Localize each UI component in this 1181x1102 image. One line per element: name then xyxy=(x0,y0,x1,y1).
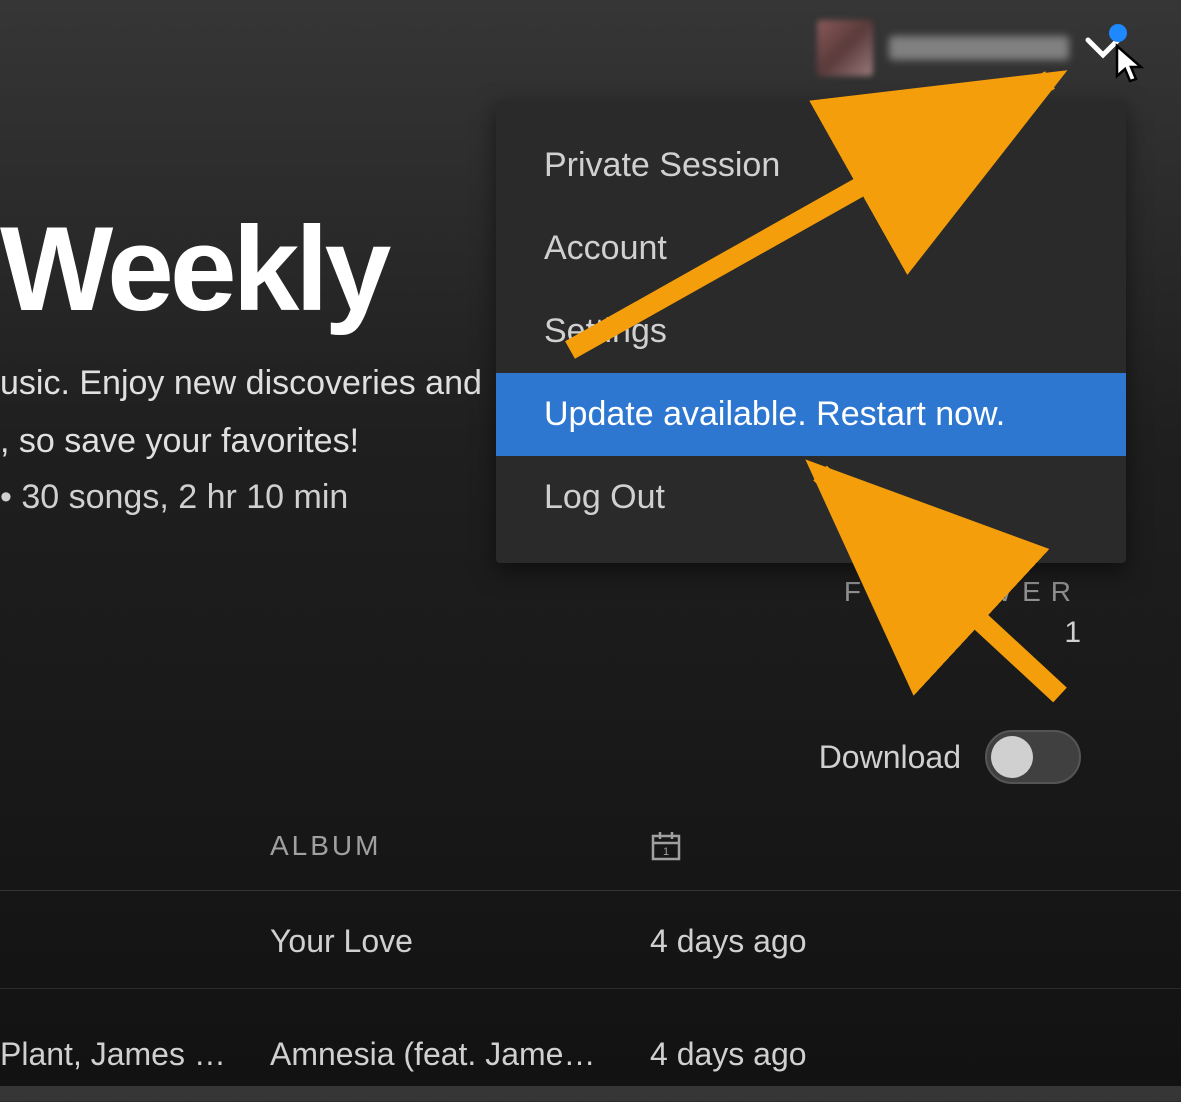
subtitle-line2: , so save your favorites! xyxy=(0,422,359,460)
table-row[interactable]: Your Love 4 days ago xyxy=(0,895,1181,989)
menu-item-private-session[interactable]: Private Session xyxy=(496,124,1126,207)
page-meta: • 30 songs, 2 hr 10 min xyxy=(0,478,348,517)
download-row: Download xyxy=(819,730,1081,784)
user-dropdown-menu: Private Session Account Settings Update … xyxy=(496,100,1126,563)
svg-text:1: 1 xyxy=(663,846,669,858)
cursor-icon xyxy=(1113,42,1149,91)
track-album: Amnesia (feat. Jame… xyxy=(270,1036,650,1073)
subtitle-line1: usic. Enjoy new discoveries and xyxy=(0,364,482,402)
menu-item-update-restart[interactable]: Update available. Restart now. xyxy=(496,373,1126,456)
track-album: Your Love xyxy=(270,923,650,960)
track-artist: Plant, James … xyxy=(0,1036,270,1073)
download-toggle[interactable] xyxy=(985,730,1081,784)
page-subtitle: usic. Enjoy new discoveries and , so sav… xyxy=(0,355,482,471)
menu-item-log-out[interactable]: Log Out xyxy=(496,456,1126,539)
menu-item-settings[interactable]: Settings xyxy=(496,290,1126,373)
username-blurred xyxy=(889,36,1069,60)
user-menu-trigger[interactable] xyxy=(817,20,1121,76)
download-label: Download xyxy=(819,739,961,776)
follower-block: FOLLOWER 1 xyxy=(844,576,1081,650)
column-date[interactable]: 1 xyxy=(650,830,1030,862)
column-album[interactable]: ALBUM xyxy=(270,830,650,862)
menu-item-account[interactable]: Account xyxy=(496,207,1126,290)
table-row[interactable]: Plant, James … Amnesia (feat. Jame… 4 da… xyxy=(0,1008,1181,1102)
notification-dot-icon xyxy=(1109,24,1127,42)
follower-label: FOLLOWER xyxy=(844,576,1081,608)
page-title: Weekly xyxy=(0,200,387,338)
calendar-icon: 1 xyxy=(650,830,682,862)
avatar xyxy=(817,20,873,76)
track-date: 4 days ago xyxy=(650,923,1030,960)
table-header: ALBUM 1 xyxy=(0,830,1181,891)
follower-count: 1 xyxy=(844,616,1081,650)
track-date: 4 days ago xyxy=(650,1036,1030,1073)
toggle-knob-icon xyxy=(991,736,1033,778)
